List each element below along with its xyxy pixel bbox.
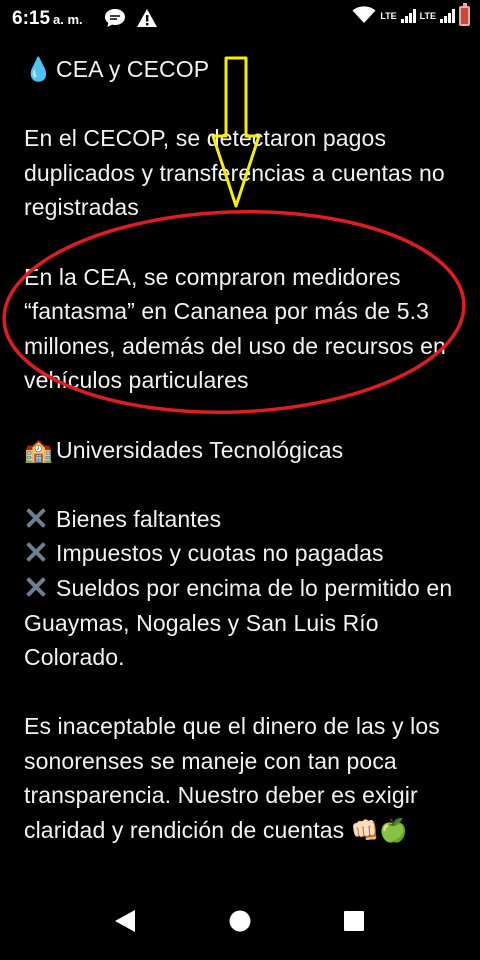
bullet-item: Bienes faltantes xyxy=(24,502,464,537)
navigation-bar xyxy=(0,880,480,960)
section-title: Universidades Tecnológicas xyxy=(56,436,344,463)
home-icon xyxy=(229,910,251,932)
network-type-1: LTE xyxy=(380,11,397,21)
network-type-2: LTE xyxy=(419,11,436,21)
back-button[interactable] xyxy=(108,904,142,938)
wifi-icon xyxy=(352,6,376,26)
school-icon: 🏫 xyxy=(24,436,53,463)
section-heading-cea: 💧 CEA y CECOP xyxy=(24,52,464,87)
cross-mark-icon xyxy=(24,575,48,599)
battery-icon xyxy=(459,3,470,26)
recents-button[interactable] xyxy=(337,904,371,938)
warning-icon xyxy=(136,8,158,33)
chat-bubble-icon xyxy=(104,8,126,33)
status-time: 6:15 a. m. xyxy=(12,8,83,30)
cross-mark-icon xyxy=(24,506,48,530)
bullet-text: Impuestos y cuotas no pagadas xyxy=(56,540,384,567)
closing-paragraph: Es inaceptable que el dinero de las y lo… xyxy=(24,709,464,847)
status-bar: 6:15 a. m. LTE LTE xyxy=(0,0,480,40)
cross-mark-icon xyxy=(24,540,48,564)
home-button[interactable] xyxy=(223,904,257,938)
clock-ampm: a. m. xyxy=(53,12,83,27)
clock: 6:15 xyxy=(12,8,51,29)
system-icons: LTE LTE xyxy=(352,3,470,26)
bullet-item: Impuestos y cuotas no pagadas xyxy=(24,536,464,571)
section-heading-universidades: 🏫 Universidades Tecnológicas xyxy=(24,433,464,468)
back-icon xyxy=(115,910,135,932)
recents-icon xyxy=(344,911,364,931)
paragraph-cecop: En el CECOP, se detectaron pagos duplica… xyxy=(24,125,445,221)
signal-icon xyxy=(400,9,416,23)
bullet-text: Sueldos por encima de lo permitido en Gu… xyxy=(24,574,453,671)
fist-apple-emoji-icon: 👊🏻🍏 xyxy=(350,817,409,844)
section-title: CEA y CECOP xyxy=(56,56,210,82)
paragraph-cea: En la CEA, se compraron medidores “fanta… xyxy=(24,263,446,394)
notification-icons xyxy=(104,8,158,33)
bullet-item: Sueldos por encima de lo permitido en Gu… xyxy=(24,571,464,675)
signal-icon xyxy=(440,9,455,23)
bullet-text: Bienes faltantes xyxy=(56,505,222,532)
water-drop-icon: 💧 xyxy=(24,56,53,82)
post-body: 💧 CEA y CECOP En el CECOP, se detectaron … xyxy=(24,52,464,848)
